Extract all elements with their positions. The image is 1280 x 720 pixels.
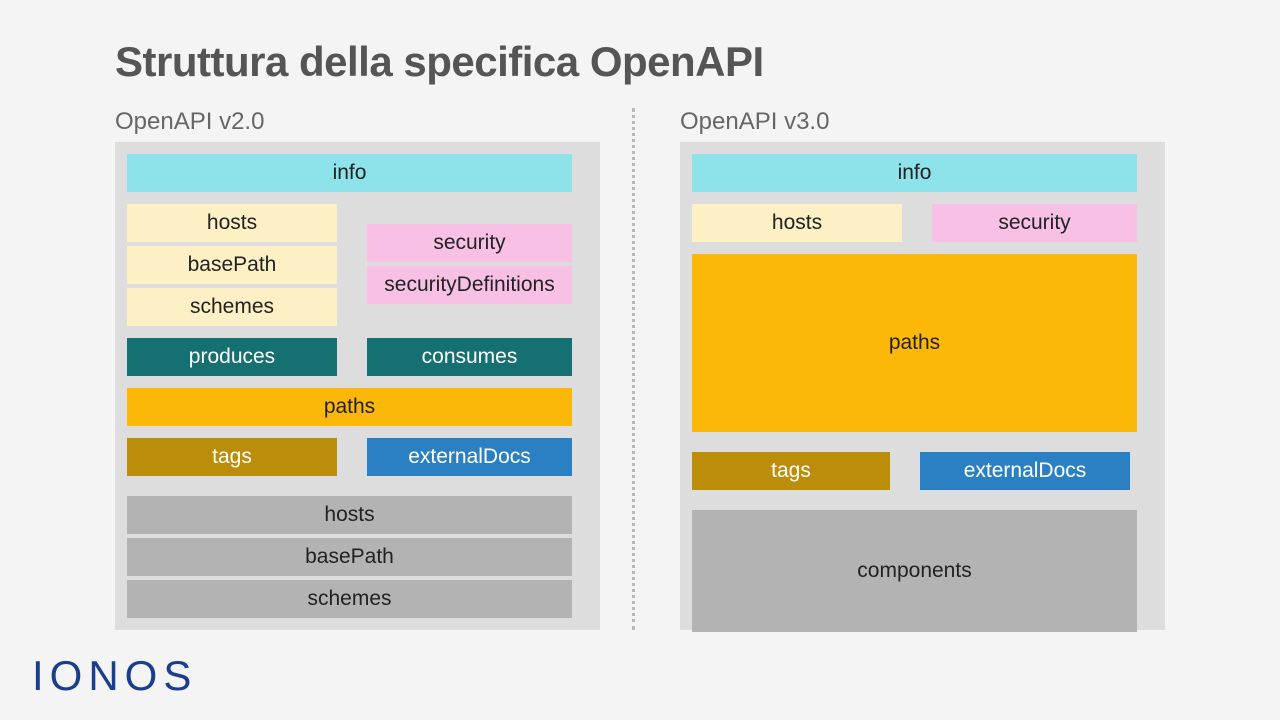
v2-externaldocs-box: externalDocs [367,438,572,476]
column-label-v2: OpenAPI v2.0 [115,108,264,136]
ionos-logo: IONOS [32,652,197,700]
v2-schemes-box: schemes [127,288,337,326]
v3-externaldocs-box: externalDocs [920,452,1130,490]
v2-row-tags-externaldocs: tags externalDocs [127,438,588,476]
v2-hosts-box: hosts [127,204,337,242]
v3-info-box: info [692,154,1137,192]
v3-tags-box: tags [692,452,890,490]
v2-securitydefinitions-box: securityDefinitions [367,266,572,304]
v3-security-box: security [932,204,1137,242]
v2-bottom-stack: hosts basePath schemes [127,496,588,618]
v2-security-box: security [367,224,572,262]
v3-row-hosts-security: hosts security [692,204,1153,242]
v2-bottom-hosts-box: hosts [127,496,572,534]
panel-v3: info hosts security paths tags externalD… [680,142,1165,630]
v2-consumes-box: consumes [367,338,572,376]
v2-row-host-security: hosts basePath schemes security security… [127,204,588,326]
v3-hosts-box: hosts [692,204,902,242]
v2-produces-box: produces [127,338,337,376]
v3-row-tags-externaldocs: tags externalDocs [692,452,1153,490]
v2-left-stack: hosts basePath schemes [127,204,337,326]
v2-bottom-basepath-box: basePath [127,538,572,576]
column-divider [632,108,635,630]
v2-tags-box: tags [127,438,337,476]
v3-components-box: components [692,510,1137,632]
panel-v2: info hosts basePath schemes security sec… [115,142,600,630]
v3-paths-box: paths [692,254,1137,432]
column-label-v3: OpenAPI v3.0 [680,108,829,136]
diagram-title: Struttura della specifica OpenAPI [115,38,764,86]
v2-paths-box: paths [127,388,572,426]
v2-bottom-schemes-box: schemes [127,580,572,618]
v2-row-produces-consumes: produces consumes [127,338,588,376]
v2-info-box: info [127,154,572,192]
v2-basepath-box: basePath [127,246,337,284]
v2-right-stack: security securityDefinitions [367,224,572,326]
